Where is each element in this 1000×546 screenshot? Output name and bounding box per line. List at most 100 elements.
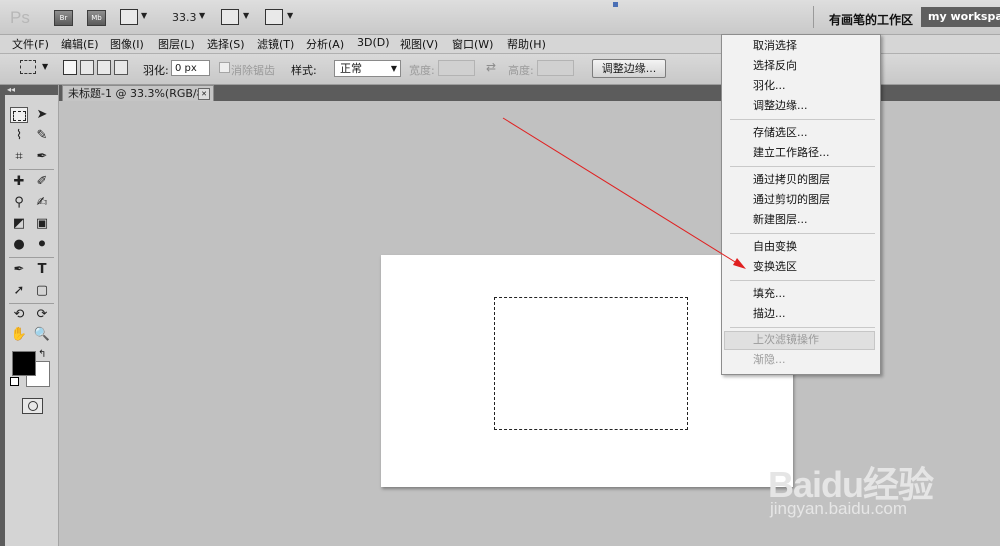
arrange-documents-icon[interactable]	[221, 9, 239, 25]
menu-file[interactable]: 文件(F)	[12, 36, 49, 52]
type-tool-icon[interactable]: T	[33, 262, 51, 278]
quick-mask-icon[interactable]	[22, 398, 43, 414]
menu-view[interactable]: 视图(V)	[400, 36, 438, 52]
add-to-selection-icon[interactable]	[80, 60, 94, 75]
menu-window[interactable]: 窗口(W)	[452, 36, 493, 52]
menu-item-transform-selection[interactable]: 变换选区	[753, 258, 797, 276]
chevron-down-icon[interactable]: ▼	[141, 11, 147, 20]
mini-bridge-button[interactable]: Mb	[87, 10, 106, 26]
menu-item-refine-edge[interactable]: 调整边缘...	[753, 97, 808, 115]
width-input[interactable]	[438, 60, 475, 76]
menu-item-layer-via-copy[interactable]: 通过拷贝的图层	[753, 171, 830, 189]
chevron-down-icon[interactable]: ▼	[243, 11, 249, 20]
menu-item-feather[interactable]: 羽化...	[753, 77, 786, 95]
rectangle-shape-tool-icon[interactable]: ▢	[33, 283, 51, 299]
bridge-button[interactable]: Br	[54, 10, 73, 26]
chevron-down-icon[interactable]: ▼	[287, 11, 293, 20]
style-select-value: 正常	[340, 62, 362, 75]
height-input[interactable]	[537, 60, 574, 76]
menu-item-save-selection[interactable]: 存储选区...	[753, 124, 808, 142]
menu-item-stroke[interactable]: 描边...	[753, 305, 786, 323]
menu-divider	[730, 119, 875, 120]
menu-item-fade[interactable]: 渐隐...	[753, 351, 786, 369]
menu-item-fill[interactable]: 填充...	[753, 285, 786, 303]
menu-image[interactable]: 图像(I)	[110, 36, 144, 52]
lasso-tool-icon[interactable]: ⌇	[10, 128, 28, 144]
refine-edge-button[interactable]: 调整边缘...	[592, 59, 666, 78]
document-tab[interactable]: 未标题-1 @ 33.3%(RGB/8) ✕	[62, 85, 214, 101]
close-icon[interactable]: ✕	[198, 88, 210, 100]
menu-divider	[730, 233, 875, 234]
gradient-tool-icon[interactable]: ▣	[33, 216, 51, 232]
chevron-down-icon[interactable]: ▼	[199, 11, 205, 20]
intersect-selection-icon[interactable]	[114, 60, 128, 75]
menu-item-make-work-path[interactable]: 建立工作路径...	[753, 144, 830, 162]
screen-mode-icon[interactable]	[265, 9, 283, 25]
foreground-color-swatch[interactable]	[12, 351, 36, 376]
clone-stamp-tool-icon[interactable]: ⚲	[10, 195, 28, 211]
hand-tool-icon[interactable]: ✋	[10, 327, 28, 343]
eyedropper-tool-icon[interactable]: ✒	[33, 149, 51, 165]
baidu-jingyan-watermark-url: jingyan.baidu.com	[770, 499, 908, 518]
menu-item-new-layer[interactable]: 新建图层...	[753, 211, 808, 229]
menu-item-select-inverse[interactable]: 选择反向	[753, 57, 797, 75]
zoom-level[interactable]: 33.3	[172, 11, 197, 24]
history-brush-icon[interactable]: ✍	[33, 195, 51, 211]
swap-colors-icon[interactable]: ↰	[38, 349, 46, 360]
photoshop-logo: Ps	[10, 8, 30, 27]
divider	[9, 257, 54, 258]
path-selection-tool-icon[interactable]: ➚	[10, 283, 28, 299]
menu-divider	[730, 280, 875, 281]
menu-edit[interactable]: 编辑(E)	[61, 36, 99, 52]
menu-item-layer-via-cut[interactable]: 通过剪切的图层	[753, 191, 830, 209]
quick-selection-tool-icon[interactable]: ✎	[33, 128, 51, 144]
view-extras-icon[interactable]	[120, 9, 138, 25]
feather-label: 羽化:	[143, 64, 169, 77]
zoom-tool-icon[interactable]: 🔍	[33, 327, 51, 343]
menu-divider	[730, 327, 875, 328]
menu-filter[interactable]: 滤镜(T)	[257, 36, 294, 52]
style-select[interactable]: 正常 ▼	[334, 60, 401, 77]
height-label: 高度:	[508, 64, 534, 77]
menu-divider	[730, 166, 875, 167]
width-label: 宽度:	[409, 64, 435, 77]
rectangular-marquee-tool-icon[interactable]	[10, 107, 28, 123]
chevron-down-icon: ▼	[390, 64, 397, 73]
collapse-panel-icon[interactable]: ◂◂	[5, 85, 58, 95]
menu-help[interactable]: 帮助(H)	[507, 36, 546, 52]
workspace-switcher-active[interactable]: 有画笔的工作区	[829, 11, 913, 28]
move-tool-icon[interactable]: ➤	[33, 107, 51, 123]
menu-item-free-transform[interactable]: 自由变换	[753, 238, 797, 256]
marquee-tool-preset-icon[interactable]	[20, 60, 36, 74]
dodge-tool-icon[interactable]: ⚫	[33, 237, 51, 253]
default-colors-icon[interactable]	[10, 377, 19, 386]
antialias-checkbox[interactable]	[219, 62, 230, 73]
marquee-selection[interactable]	[494, 297, 688, 430]
3d-rotate-tool-icon[interactable]: ⟲	[10, 307, 28, 323]
style-label: 样式:	[291, 64, 317, 77]
menu-item-deselect[interactable]: 取消选择	[753, 37, 797, 55]
antialias-label: 消除锯齿	[231, 64, 275, 77]
feather-input[interactable]: 0 px	[171, 60, 210, 76]
menu-analysis[interactable]: 分析(A)	[306, 36, 344, 52]
divider	[813, 6, 814, 28]
chevron-down-icon[interactable]: ▼	[42, 62, 48, 71]
menu-item-last-filter[interactable]: 上次滤镜操作	[753, 331, 819, 349]
swap-dimensions-icon[interactable]: ⇄	[486, 60, 496, 74]
selection-handle	[613, 2, 618, 7]
pen-tool-icon[interactable]: ✒	[10, 262, 28, 278]
subtract-from-selection-icon[interactable]	[97, 60, 111, 75]
3d-orbit-tool-icon[interactable]: ⟳	[33, 307, 51, 323]
spot-healing-brush-icon[interactable]: ✚	[10, 174, 28, 190]
crop-tool-icon[interactable]: ⌗	[10, 149, 28, 165]
blur-tool-icon[interactable]: ●	[10, 237, 28, 253]
new-selection-icon[interactable]	[63, 60, 77, 75]
menu-layer[interactable]: 图层(L)	[158, 36, 195, 52]
eraser-tool-icon[interactable]: ◩	[10, 216, 28, 232]
divider	[9, 303, 54, 304]
menu-3d[interactable]: 3D(D)	[357, 36, 390, 49]
workspace-name-field[interactable]: my workspac	[921, 7, 1000, 27]
divider	[9, 169, 54, 170]
brush-tool-icon[interactable]: ✐	[33, 174, 51, 190]
menu-select[interactable]: 选择(S)	[207, 36, 245, 52]
